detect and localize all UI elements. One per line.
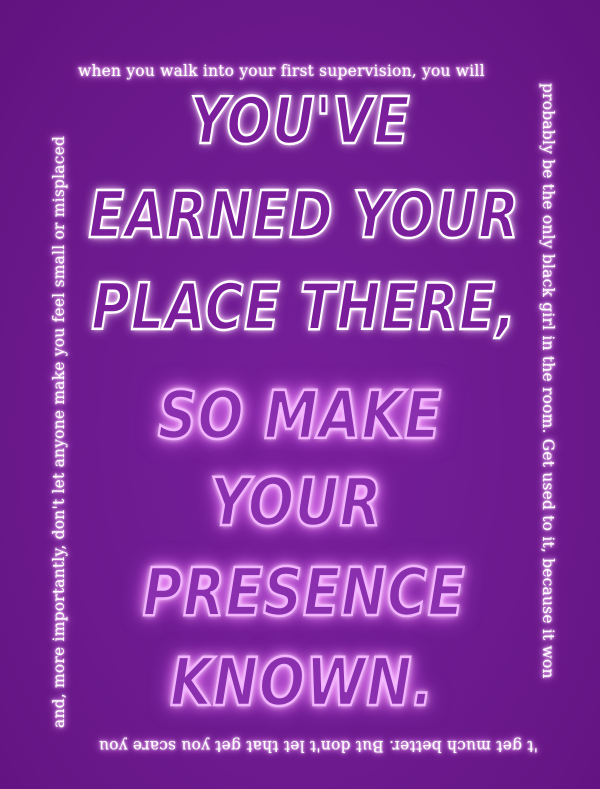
- headline-line-4: SO MAKE: [157, 377, 443, 454]
- headline-line-2: EARNED YOUR: [87, 179, 520, 253]
- poster-background: when you walk into your first supervisio…: [0, 0, 600, 789]
- border-text-top: when you walk into your first supervisio…: [78, 62, 485, 80]
- headline-line-1: YOU'VE: [189, 85, 411, 159]
- headline-line-5: YOUR: [209, 464, 383, 541]
- headline-line-3: PLACE THERE,: [90, 271, 517, 345]
- border-text-bottom: 't get much better. But don't let that g…: [98, 737, 538, 755]
- headline-line-6: PRESENCE: [142, 554, 466, 631]
- headline-line-7: KNOWN.: [169, 644, 434, 721]
